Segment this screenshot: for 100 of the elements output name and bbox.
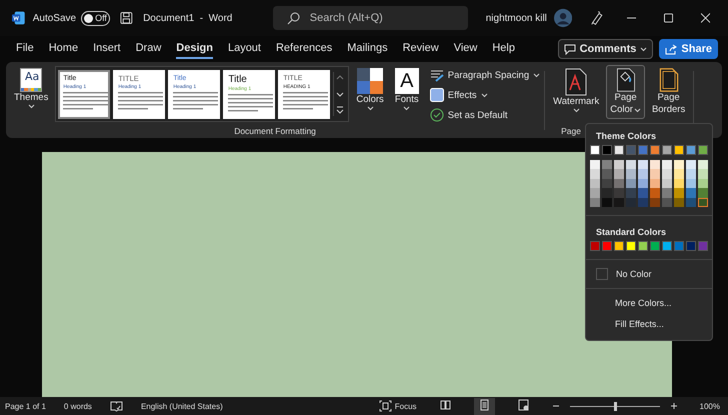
- themes-button[interactable]: Aa Themes: [10, 65, 52, 119]
- effects-button[interactable]: Effects: [430, 87, 540, 103]
- page-color-button[interactable]: Page Color: [606, 65, 645, 119]
- color-swatch[interactable]: [662, 160, 672, 169]
- focus-icon: [378, 400, 392, 412]
- color-swatch[interactable]: [590, 169, 600, 178]
- pen-icon[interactable]: [590, 10, 603, 26]
- ribbon-tab[interactable]: Mailings: [347, 39, 388, 59]
- color-swatch[interactable]: [674, 160, 684, 169]
- fonts-button[interactable]: A Fonts: [390, 65, 423, 119]
- ribbon-tab[interactable]: Review: [402, 39, 439, 59]
- ribbon-tab[interactable]: Home: [48, 39, 78, 59]
- page-borders-button[interactable]: Page Borders: [648, 65, 690, 119]
- color-swatch[interactable]: [638, 188, 648, 198]
- focus-button[interactable]: Focus: [378, 400, 417, 412]
- color-swatch[interactable]: [614, 169, 624, 178]
- page-count[interactable]: Page 1 of 1: [5, 402, 46, 410]
- color-swatch[interactable]: [662, 188, 672, 198]
- color-swatch[interactable]: [686, 169, 696, 178]
- more-icon[interactable]: [334, 104, 346, 116]
- color-swatch[interactable]: [650, 169, 660, 178]
- ribbon-tab[interactable]: Layout: [228, 39, 261, 59]
- color-swatch[interactable]: [638, 169, 648, 178]
- color-swatch[interactable]: [602, 145, 612, 154]
- color-swatch[interactable]: [674, 188, 684, 198]
- colors-button[interactable]: Colors: [352, 65, 388, 119]
- print-layout-icon: [478, 398, 491, 410]
- maximize-icon[interactable]: [664, 13, 673, 23]
- color-swatch[interactable]: [650, 241, 660, 250]
- zoom-in-icon[interactable]: [670, 402, 678, 410]
- color-swatch[interactable]: [614, 145, 624, 154]
- color-swatch[interactable]: [626, 145, 636, 154]
- color-swatch[interactable]: [626, 169, 636, 178]
- search-field[interactable]: Search (Alt+Q): [272, 6, 468, 30]
- color-swatch[interactable]: [590, 145, 600, 154]
- color-swatch[interactable]: [602, 188, 612, 198]
- color-swatch[interactable]: [614, 241, 624, 250]
- comments-button[interactable]: Comments: [558, 39, 654, 59]
- color-swatch[interactable]: [626, 241, 636, 250]
- color-swatch[interactable]: [638, 160, 648, 169]
- read-mode-icon: [438, 398, 452, 410]
- color-swatch[interactable]: [662, 145, 672, 154]
- color-swatch[interactable]: [698, 241, 708, 250]
- menu-item[interactable]: Fill Effects...: [586, 318, 712, 330]
- color-swatch[interactable]: [686, 160, 696, 169]
- ribbon-tab[interactable]: Design: [176, 39, 213, 59]
- set-as-default-button[interactable]: Set as Default: [430, 107, 540, 123]
- themes-icon: Aa: [20, 68, 42, 92]
- color-swatch[interactable]: [602, 160, 612, 169]
- menu-item[interactable]: No Color: [616, 268, 652, 280]
- color-swatch[interactable]: [650, 145, 660, 154]
- color-swatch[interactable]: [638, 241, 648, 250]
- word-logo-icon[interactable]: [12, 11, 25, 25]
- word-count[interactable]: 0 words: [64, 402, 92, 410]
- autosave-toggle[interactable]: Off: [81, 10, 110, 26]
- color-swatch[interactable]: [698, 169, 708, 178]
- color-swatch[interactable]: [590, 241, 600, 250]
- page-borders-icon: [658, 68, 680, 92]
- color-swatch[interactable]: [686, 188, 696, 198]
- color-swatch[interactable]: [674, 145, 684, 154]
- zoom-level[interactable]: 100%: [700, 402, 720, 410]
- color-swatch[interactable]: [626, 188, 636, 198]
- save-icon[interactable]: [120, 11, 134, 25]
- ribbon-tab[interactable]: File: [16, 39, 34, 59]
- color-swatch[interactable]: [602, 241, 612, 250]
- color-swatch[interactable]: [698, 160, 708, 169]
- color-swatch[interactable]: [602, 169, 612, 178]
- page-color-icon: [614, 68, 637, 92]
- color-swatch[interactable]: [614, 160, 624, 169]
- color-swatch[interactable]: [686, 241, 696, 250]
- group-label: Document Formatting: [233, 126, 317, 136]
- color-swatch[interactable]: [698, 188, 708, 198]
- color-swatch[interactable]: [674, 169, 684, 178]
- color-swatch[interactable]: [590, 160, 600, 169]
- color-swatch[interactable]: [638, 145, 648, 154]
- color-swatch[interactable]: [698, 145, 708, 154]
- paragraph-spacing-button[interactable]: Paragraph Spacing: [430, 67, 540, 83]
- color-swatch[interactable]: [590, 188, 600, 198]
- ribbon-tab[interactable]: Help: [492, 39, 515, 59]
- print-layout-button[interactable]: [474, 398, 495, 414]
- color-swatch[interactable]: [650, 160, 660, 169]
- ribbon-tab[interactable]: References: [276, 39, 332, 59]
- ribbon-tab[interactable]: Draw: [136, 39, 162, 59]
- avatar-icon[interactable]: [554, 8, 572, 28]
- color-swatch[interactable]: [662, 169, 672, 178]
- color-swatch[interactable]: [662, 241, 672, 250]
- watermark-button[interactable]: Watermark: [549, 65, 604, 119]
- language[interactable]: English (United States): [140, 402, 223, 410]
- ribbon-tab[interactable]: View: [454, 39, 478, 59]
- close-icon[interactable]: [700, 13, 710, 23]
- ribbon-tab[interactable]: Insert: [93, 39, 121, 59]
- menu-item[interactable]: More Colors...: [586, 296, 712, 308]
- color-swatch[interactable]: [650, 188, 660, 198]
- share-button[interactable]: Share: [659, 39, 718, 59]
- color-swatch[interactable]: [626, 160, 636, 169]
- color-swatch[interactable]: [686, 145, 696, 154]
- chevron-down-icon: [480, 92, 488, 98]
- color-swatch[interactable]: [614, 188, 624, 198]
- color-swatch[interactable]: [674, 241, 684, 250]
- book-check-icon[interactable]: [110, 400, 123, 412]
